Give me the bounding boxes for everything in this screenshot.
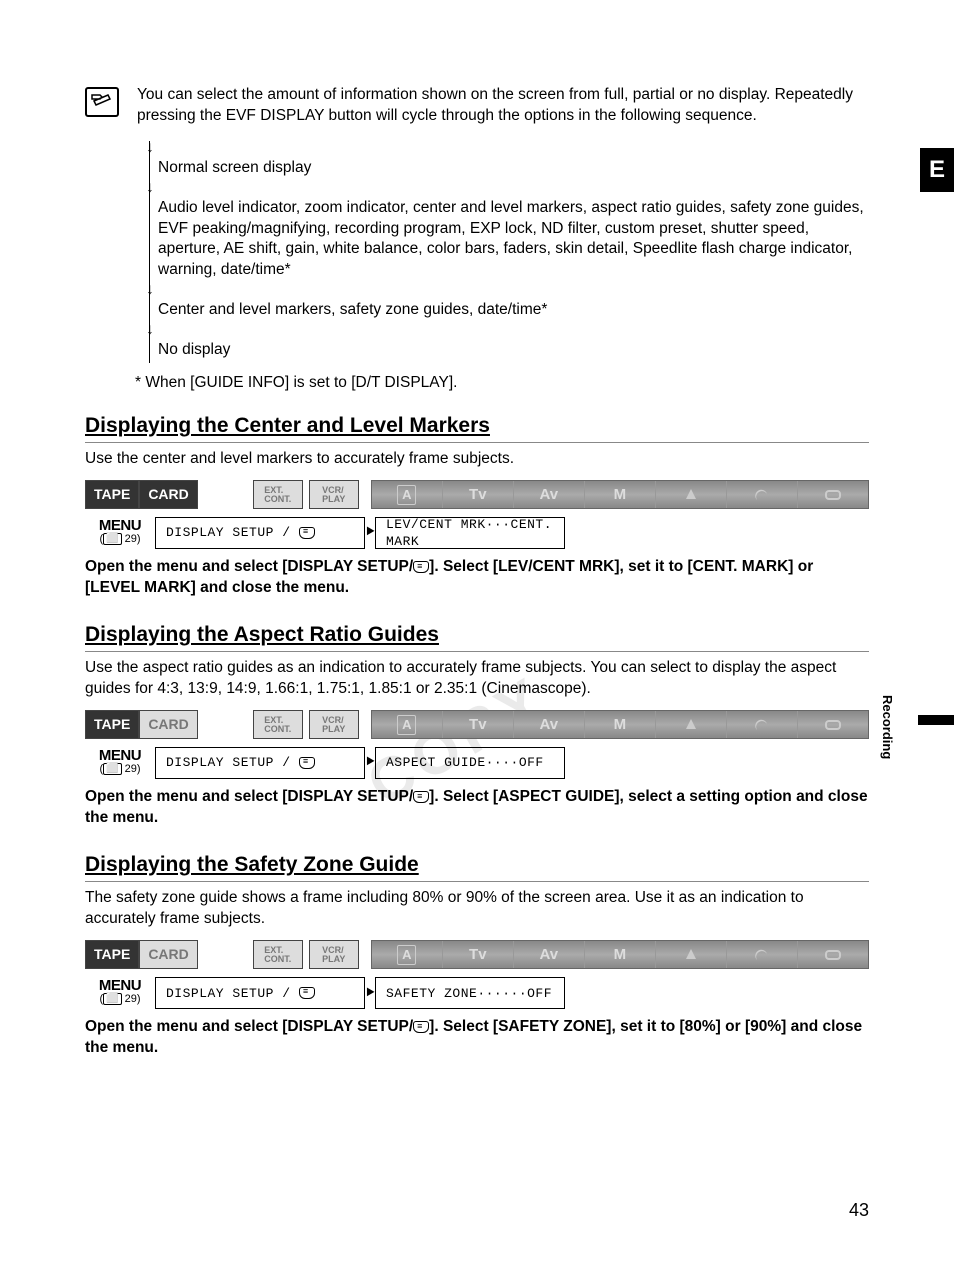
mode-tape: TAPE	[85, 480, 139, 509]
menu-step-2: ASPECT GUIDE····OFF	[375, 747, 565, 779]
program-strip: A Tv Av M	[371, 940, 869, 969]
mode-card-disabled: CARD	[139, 710, 197, 739]
mode-spotlight-icon	[655, 711, 726, 738]
display-icon	[299, 527, 315, 539]
mode-easy-icon	[797, 941, 868, 968]
display-icon	[299, 757, 315, 769]
display-icon	[413, 791, 429, 803]
mode-m-icon: M	[584, 481, 655, 508]
program-strip: A Tv Av M	[371, 710, 869, 739]
body-text: The safety zone guide shows a frame incl…	[85, 888, 869, 930]
mode-av-icon: Av	[513, 711, 584, 738]
flow-step: Center and level markers, safety zone gu…	[158, 297, 869, 323]
mode-vcr-play: VCR/ PLAY	[309, 710, 359, 739]
nav-arrow-icon: ⯈	[365, 747, 375, 779]
body-text: Use the aspect ratio guides as an indica…	[85, 658, 869, 700]
mode-tv-icon: Tv	[442, 711, 513, 738]
arrow-down-icon: ↓	[146, 283, 869, 297]
display-icon	[413, 1021, 429, 1033]
display-icon	[299, 987, 315, 999]
mode-a-icon: A	[372, 481, 442, 508]
menu-path-row: MENU (⬜ 29) DISPLAY SETUP / ⯈ SAFETY ZON…	[85, 977, 869, 1009]
heading-safety-zone: Displaying the Safety Zone Guide	[85, 851, 869, 882]
mode-tape: TAPE	[85, 710, 139, 739]
mode-a-icon: A	[372, 941, 442, 968]
mode-ext-cont: EXT. CONT.	[253, 940, 303, 969]
mode-easy-icon	[797, 481, 868, 508]
flow-step: No display	[158, 337, 869, 363]
arrow-down-icon: ↓	[146, 323, 869, 337]
menu-label: MENU (⬜ 29)	[85, 517, 155, 549]
mode-m-icon: M	[584, 941, 655, 968]
instruction-text: Open the menu and select [DISPLAY SETUP/…	[85, 1017, 869, 1059]
note-block: You can select the amount of information…	[85, 85, 869, 127]
nav-arrow-icon: ⯈	[365, 977, 375, 1009]
page-ref-icon: ⬜	[103, 533, 121, 545]
instruction-text: Open the menu and select [DISPLAY SETUP/…	[85, 787, 869, 829]
mode-bar: TAPE CARD EXT. CONT. VCR/ PLAY A Tv Av M	[85, 480, 869, 509]
menu-step-1: DISPLAY SETUP /	[155, 977, 365, 1009]
mode-easy-icon	[797, 711, 868, 738]
mode-bar: TAPE CARD EXT. CONT. VCR/ PLAY A Tv Av M	[85, 710, 869, 739]
mode-bar: TAPE CARD EXT. CONT. VCR/ PLAY A Tv Av M	[85, 940, 869, 969]
display-cycle-flow: ↓ Normal screen display ↓ Audio level in…	[149, 141, 869, 363]
mode-ext-cont: EXT. CONT.	[253, 480, 303, 509]
mode-tape: TAPE	[85, 940, 139, 969]
mode-night-icon	[726, 711, 797, 738]
flow-step: Audio level indicator, zoom indicator, c…	[158, 195, 869, 284]
mode-av-icon: Av	[513, 941, 584, 968]
program-strip: A Tv Av M	[371, 480, 869, 509]
heading-center-level: Displaying the Center and Level Markers	[85, 412, 869, 443]
menu-label: MENU (⬜ 29)	[85, 747, 155, 779]
arrow-down-icon: ↓	[146, 181, 869, 195]
mode-spotlight-icon	[655, 941, 726, 968]
mode-ext-cont: EXT. CONT.	[253, 710, 303, 739]
menu-step-1: DISPLAY SETUP /	[155, 517, 365, 549]
arrow-down-icon: ↓	[146, 141, 869, 155]
nav-arrow-icon: ⯈	[365, 517, 375, 549]
mode-m-icon: M	[584, 711, 655, 738]
page-ref-icon: ⬜	[103, 763, 121, 775]
mode-tv-icon: Tv	[442, 481, 513, 508]
flow-step: Normal screen display	[158, 155, 869, 181]
page-number: 43	[849, 1198, 869, 1222]
instruction-text: Open the menu and select [DISPLAY SETUP/…	[85, 557, 869, 599]
menu-path-row: MENU (⬜ 29) DISPLAY SETUP / ⯈ LEV/CENT M…	[85, 517, 869, 549]
page-ref-icon: ⬜	[103, 993, 121, 1005]
note-text: You can select the amount of information…	[137, 85, 869, 127]
mode-a-icon: A	[372, 711, 442, 738]
mode-tv-icon: Tv	[442, 941, 513, 968]
menu-step-1: DISPLAY SETUP /	[155, 747, 365, 779]
body-text: Use the center and level markers to accu…	[85, 449, 869, 470]
display-icon	[413, 561, 429, 573]
notes-icon	[85, 87, 119, 117]
menu-path-row: MENU (⬜ 29) DISPLAY SETUP / ⯈ ASPECT GUI…	[85, 747, 869, 779]
mode-card-disabled: CARD	[139, 940, 197, 969]
mode-av-icon: Av	[513, 481, 584, 508]
mode-night-icon	[726, 941, 797, 968]
heading-aspect-ratio: Displaying the Aspect Ratio Guides	[85, 621, 869, 652]
menu-label: MENU (⬜ 29)	[85, 977, 155, 1009]
mode-spotlight-icon	[655, 481, 726, 508]
footnote: * When [GUIDE INFO] is set to [D/T DISPL…	[135, 373, 869, 394]
menu-step-2: LEV/CENT MRK···CENT. MARK	[375, 517, 565, 549]
mode-vcr-play: VCR/ PLAY	[309, 480, 359, 509]
mode-card: CARD	[139, 480, 197, 509]
menu-step-2: SAFETY ZONE······OFF	[375, 977, 565, 1009]
mode-night-icon	[726, 481, 797, 508]
mode-vcr-play: VCR/ PLAY	[309, 940, 359, 969]
